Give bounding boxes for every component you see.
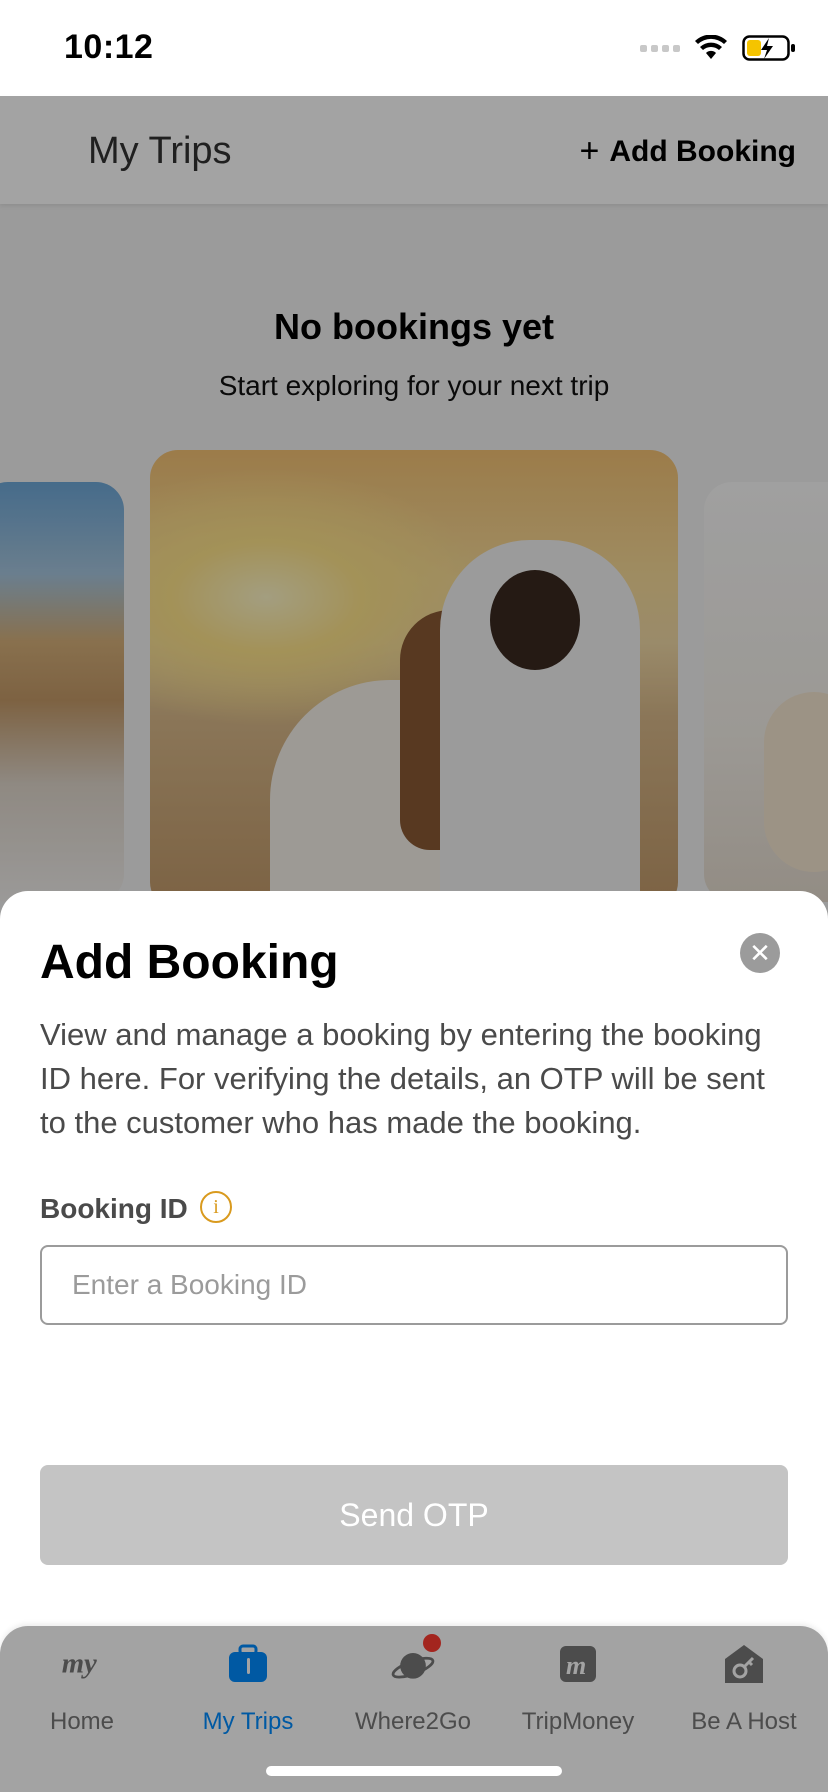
status-icons xyxy=(640,34,796,62)
booking-id-label: Booking ID xyxy=(40,1193,188,1224)
booking-id-input[interactable] xyxy=(40,1245,788,1325)
svg-text:my: my xyxy=(62,1647,97,1679)
status-time: 10:12 xyxy=(64,28,154,66)
suitcase-icon xyxy=(226,1642,270,1686)
nav-label-tripmoney: TripMoney xyxy=(521,1708,635,1735)
nav-item-tripmoney[interactable]: m TripMoney xyxy=(498,1642,658,1736)
my-logo-icon: my xyxy=(60,1642,104,1686)
battery-charging-icon xyxy=(742,35,795,61)
wifi-icon xyxy=(695,35,727,59)
close-button[interactable]: ✕ xyxy=(740,933,780,973)
cellular-signal-icon xyxy=(640,44,680,52)
nav-label-my-trips: My Trips xyxy=(202,1708,294,1735)
notification-badge xyxy=(423,1634,441,1652)
planet-icon xyxy=(391,1634,441,1686)
nav-item-where2go[interactable]: Where2Go xyxy=(333,1634,493,1736)
info-icon[interactable]: i xyxy=(200,1191,232,1223)
key-house-icon xyxy=(722,1642,766,1686)
svg-text:m: m xyxy=(566,1651,586,1680)
nav-item-be-a-host[interactable]: Be A Host xyxy=(664,1642,824,1736)
sheet-title: Add Booking xyxy=(40,936,339,989)
nav-label-where2go: Where2Go xyxy=(354,1708,472,1735)
nav-label-home: Home xyxy=(49,1708,115,1735)
nav-label-be-a-host: Be A Host xyxy=(691,1708,797,1735)
status-bar: 10:12 xyxy=(0,0,828,96)
close-icon: ✕ xyxy=(749,938,771,968)
send-otp-button[interactable]: Send OTP xyxy=(40,1465,788,1565)
nav-item-home[interactable]: my Home xyxy=(2,1642,162,1736)
m-logo-icon: m xyxy=(556,1642,600,1686)
home-indicator[interactable] xyxy=(266,1766,562,1776)
sheet-description: View and manage a booking by entering th… xyxy=(40,1017,765,1140)
bottom-nav: my Home My Trips Where2Go m TripMoney Be… xyxy=(0,1626,828,1792)
nav-item-my-trips[interactable]: My Trips xyxy=(168,1642,328,1736)
